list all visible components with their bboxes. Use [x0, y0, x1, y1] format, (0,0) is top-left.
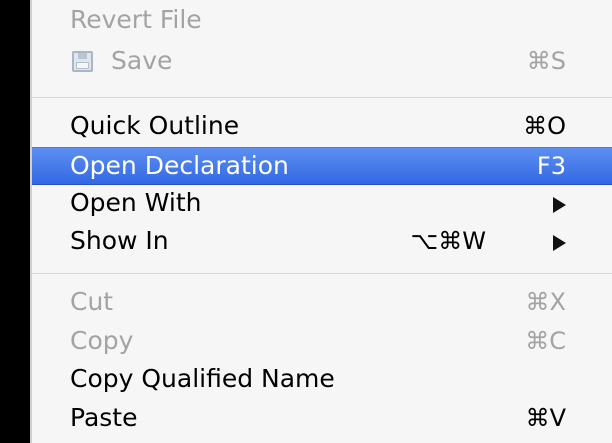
menu-item-shortcut: ⌘O: [523, 112, 566, 140]
menu-item-open-with[interactable]: Open With: [32, 185, 612, 223]
menu-separator: [32, 273, 612, 274]
menu-separator: [32, 97, 612, 98]
menu-item-label: Paste: [70, 403, 138, 432]
submenu-arrow-icon: [553, 197, 566, 213]
menu-item-paste[interactable]: Paste ⌘V: [32, 400, 612, 438]
menu-item-shortcut: F3: [536, 152, 566, 180]
menu-item-label: Save: [111, 46, 173, 75]
menu-item-open-declaration[interactable]: Open Declaration F3: [32, 147, 612, 185]
menu-item-label: Show In: [70, 226, 169, 255]
menu-item-shortcut: ⌘C: [525, 327, 566, 355]
menu-item-label: Cut: [70, 287, 114, 316]
menu-item-show-in[interactable]: Show In ⌥⌘W: [32, 223, 612, 261]
menu-item-shortcut: ⌘S: [526, 47, 566, 75]
menu-item-label: Quick Outline: [70, 111, 240, 140]
menu-item-label: Open Declaration: [70, 151, 289, 180]
menu-item-shortcut: ⌘V: [525, 404, 566, 432]
menu-item-label: Copy Qualified Name: [70, 364, 335, 393]
menu-item-label: Copy: [70, 326, 134, 355]
menu-item-shortcut: ⌥⌘W: [410, 227, 486, 255]
menu-item-save[interactable]: Save ⌘S: [32, 43, 612, 81]
submenu-arrow-icon: [553, 235, 566, 251]
menu-item-quick-outline[interactable]: Quick Outline ⌘O: [32, 108, 612, 146]
context-menu: Revert File Save ⌘S Quick Outline ⌘O Ope…: [30, 0, 612, 443]
menu-item-copy-qualified-name[interactable]: Copy Qualified Name: [32, 361, 612, 399]
save-icon: [72, 51, 93, 72]
menu-item-cut[interactable]: Cut ⌘X: [32, 284, 612, 322]
menu-item-revert-file[interactable]: Revert File: [32, 2, 612, 40]
menu-item-label: Revert File: [70, 5, 202, 34]
menu-item-copy[interactable]: Copy ⌘C: [32, 323, 612, 361]
menu-item-label: Open With: [70, 188, 202, 217]
menu-item-shortcut: ⌘X: [525, 288, 566, 316]
